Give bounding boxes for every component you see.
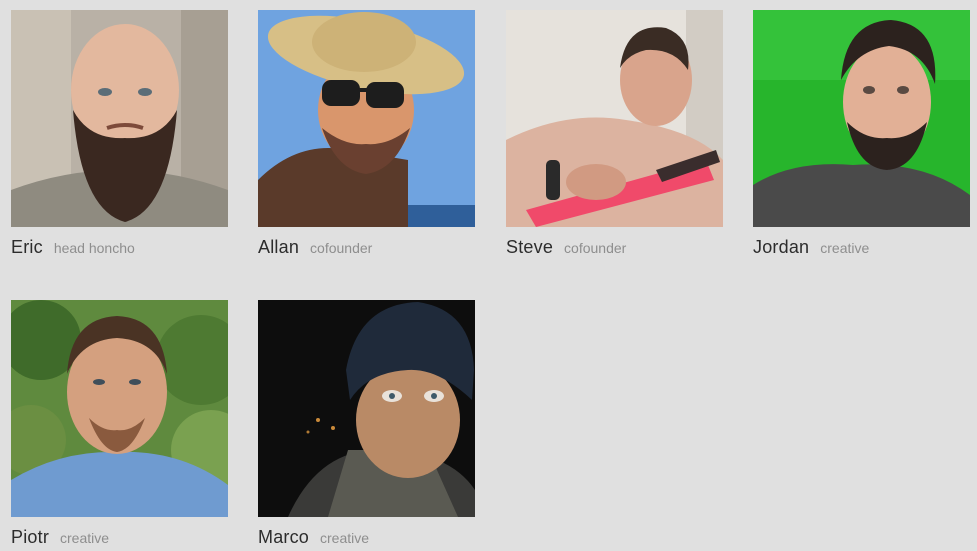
member-photo-allan[interactable] — [258, 10, 475, 227]
member-role: creative — [60, 530, 110, 546]
team-member-card-jordan[interactable]: Jordan creative — [753, 10, 971, 258]
member-caption: Jordan creative — [753, 237, 971, 258]
member-caption: Eric head honcho — [11, 237, 229, 258]
member-photo-steve[interactable] — [506, 10, 723, 227]
member-photo-jordan[interactable] — [753, 10, 970, 227]
member-name[interactable]: Eric — [11, 237, 43, 257]
member-role: creative — [320, 530, 370, 546]
member-photo-piotr[interactable] — [11, 300, 228, 517]
member-role: cofounder — [564, 240, 627, 256]
team-member-card-marco[interactable]: Marco creative — [258, 300, 476, 548]
member-role: head honcho — [53, 240, 135, 256]
team-member-card-piotr[interactable]: Piotr creative — [11, 300, 229, 548]
team-member-card-allan[interactable]: Allan cofounder — [258, 10, 476, 258]
member-name[interactable]: Allan — [258, 237, 299, 257]
team-member-card-eric[interactable]: Eric head honcho — [11, 10, 229, 258]
member-role: creative — [820, 240, 870, 256]
member-caption: Marco creative — [258, 527, 476, 548]
team-member-card-steve[interactable]: Steve cofounder — [506, 10, 724, 258]
member-name[interactable]: Piotr — [11, 527, 49, 547]
member-caption: Piotr creative — [11, 527, 229, 548]
member-role: cofounder — [310, 240, 373, 256]
member-caption: Steve cofounder — [506, 237, 724, 258]
member-name[interactable]: Jordan — [753, 237, 809, 257]
member-name[interactable]: Marco — [258, 527, 309, 547]
team-grid: Eric head honcho Allan cofounder Steve c… — [0, 0, 977, 551]
member-photo-marco[interactable] — [258, 300, 475, 517]
member-photo-eric[interactable] — [11, 10, 228, 227]
member-name[interactable]: Steve — [506, 237, 553, 257]
member-caption: Allan cofounder — [258, 237, 476, 258]
